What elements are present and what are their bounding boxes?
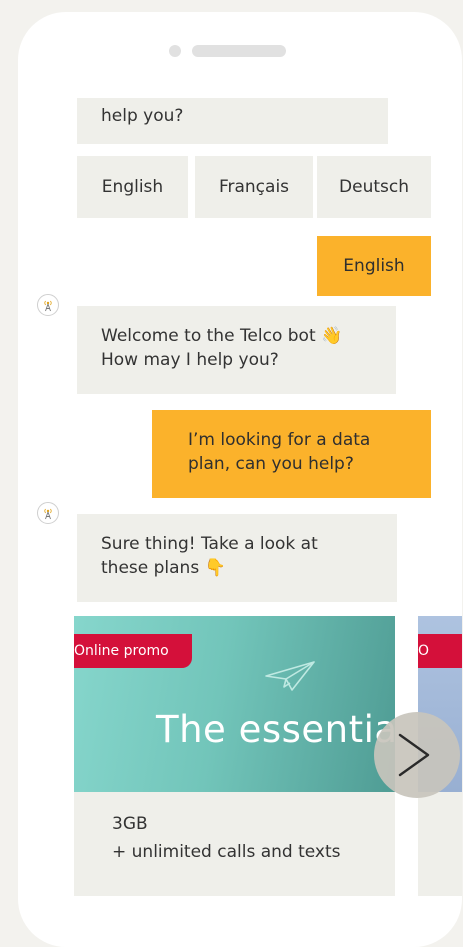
message-text: help you?	[101, 106, 184, 126]
quick-reply-english[interactable]: English	[77, 156, 188, 218]
plan-title: 3GB	[112, 814, 148, 834]
bot-message-plans-intro: Sure thing! Take a look at these plans 👇	[77, 514, 397, 602]
plan-hero-text: The essentia	[156, 708, 395, 751]
bot-avatar	[37, 294, 59, 316]
plan-subtitle: + unlimited calls and texts	[112, 842, 341, 862]
antenna-icon	[44, 508, 52, 520]
message-text-line1: I’m looking for a data	[188, 430, 371, 450]
camera-dot	[169, 45, 181, 57]
promo-tag: Online promo	[74, 634, 192, 668]
plan-card[interactable]: Online promo The essentia 3GB + unlimite…	[74, 616, 395, 896]
chat-viewport[interactable]: help you? English Français Deutsch Engli…	[18, 98, 462, 898]
chevron-right-icon	[398, 733, 430, 777]
bot-avatar	[37, 502, 59, 524]
user-message-english: English	[317, 236, 431, 296]
bot-message-previous: help you?	[77, 98, 388, 144]
quick-reply-francais[interactable]: Français	[195, 156, 313, 218]
speaker-bar	[192, 45, 286, 57]
message-text-line2: these plans 👇	[101, 558, 226, 578]
carousel-next-button[interactable]	[374, 712, 460, 798]
promo-tag: O	[418, 634, 462, 668]
antenna-icon	[44, 300, 52, 312]
message-text-line1: Welcome to the Telco bot 👋	[101, 326, 343, 346]
message-text-line2: plan, can you help?	[188, 454, 354, 474]
paper-plane-icon	[265, 661, 315, 691]
phone-frame: help you? English Français Deutsch Engli…	[18, 12, 462, 947]
user-message-data-plan: I’m looking for a data plan, can you hel…	[152, 410, 431, 498]
plan-card-image: Online promo The essentia	[74, 616, 395, 792]
bot-message-welcome: Welcome to the Telco bot 👋 How may I hel…	[77, 306, 396, 394]
quick-reply-deutsch[interactable]: Deutsch	[317, 156, 431, 218]
message-text-line1: Sure thing! Take a look at	[101, 534, 318, 554]
message-text-line2: How may I help you?	[101, 350, 279, 370]
message-text: English	[343, 256, 405, 276]
